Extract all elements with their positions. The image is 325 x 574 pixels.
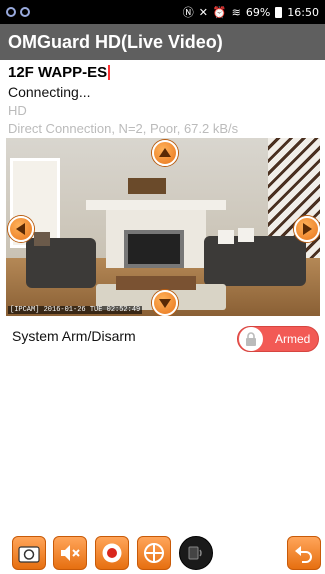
device-info: 12F WAPP-ES Connecting... HD Direct Conn… [8,64,318,136]
record-icon [102,543,122,563]
app-title: OMGuard HD(Live Video) [8,31,223,52]
clock: 16:50 [287,5,319,19]
video-scene-sofa [204,228,306,286]
arm-disarm-label: System Arm/Disarm [12,328,136,344]
video-timestamp: [IPCAM] 2016-01-26 TUE 02:52:49 [8,306,143,314]
notification-icon [20,7,30,17]
snapshot-button[interactable] [12,536,46,570]
mute-status-icon: ✕ [198,5,208,19]
video-quality: HD [8,103,27,118]
talk-button[interactable] [179,536,213,570]
bottom-toolbar [0,534,325,574]
pan-down-button[interactable] [152,290,178,316]
live-video[interactable]: [IPCAM] 2016-01-26 TUE 02:52:49 [6,138,320,316]
battery-icon [275,6,283,18]
app-bar: OMGuard HD(Live Video) [0,24,325,60]
mute-icon [61,545,80,561]
mute-button[interactable] [53,536,87,570]
pan-right-button[interactable] [294,216,320,242]
ptz-button[interactable] [137,536,171,570]
video-scene-mantel [86,200,226,210]
video-scene-firebox [124,230,184,268]
text-cursor [108,65,111,80]
device-name: 12F WAPP-ES [8,64,108,81]
arrow-right-icon [303,223,312,235]
pan-left-button[interactable] [8,216,34,242]
wifi-icon: ≋ [231,5,241,19]
lock-icon [239,327,263,351]
arm-disarm-row: System Arm/Disarm Armed [0,322,325,358]
notification-icons [6,7,30,17]
video-scene-pillow [34,232,50,246]
notification-icon [6,7,16,17]
video-scene-pillow [238,228,254,242]
alarm-icon: ⏰ [212,5,227,19]
battery-percent: 69% [245,5,271,19]
back-button[interactable] [287,536,321,570]
ptz-target-icon [144,543,164,563]
connection-details: Direct Connection, N=2, Poor, 67.2 kB/s [8,121,239,136]
pan-up-button[interactable] [152,140,178,166]
arrow-left-icon [16,223,25,235]
arm-toggle[interactable]: Armed [237,326,319,352]
video-scene-table [116,276,196,290]
nfc-icon: Ⓝ [182,6,194,19]
video-scene-art [128,178,166,194]
system-icons: Ⓝ ✕ ⏰ ≋ 69% 16:50 [183,4,319,20]
video-scene-sofa [26,232,96,288]
talk-icon [188,546,202,560]
connection-state: Connecting... [8,84,91,100]
arrow-down-icon [159,299,171,308]
device-name-row: 12F WAPP-ES [8,64,318,81]
arm-state-text: Armed [275,332,311,346]
arrow-up-icon [159,148,171,157]
status-bar: Ⓝ ✕ ⏰ ≋ 69% 16:50 [0,0,325,24]
camera-icon [18,546,40,563]
record-button[interactable] [95,536,129,570]
video-scene-pillow [218,230,234,244]
back-icon [295,546,312,563]
